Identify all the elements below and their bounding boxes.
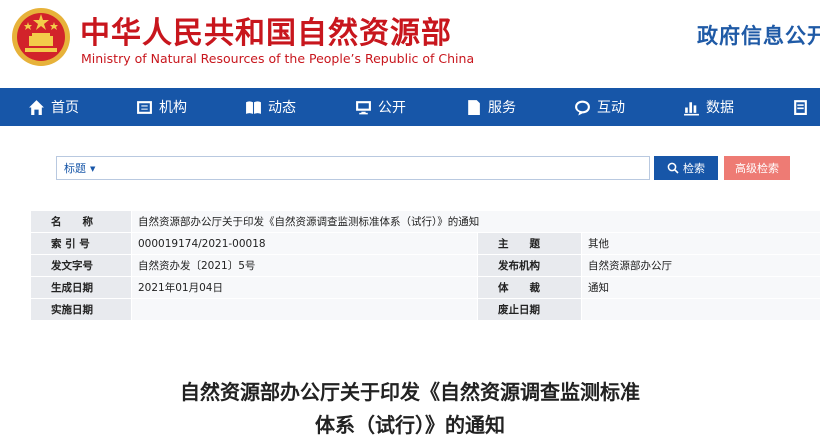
expiry-value — [580, 298, 820, 321]
site-header: 中华人民共和国自然资源部 Ministry of Natural Resourc… — [0, 0, 820, 88]
monitor-icon — [356, 100, 371, 114]
service-icon — [468, 99, 480, 115]
news-icon — [246, 100, 261, 114]
search-button[interactable]: 检索 — [654, 156, 718, 180]
nav-label: 机构 — [159, 100, 187, 116]
issuer-value: 自然资源部办公厅 — [580, 254, 820, 277]
more-icon — [794, 99, 807, 115]
expiry-label: 废止日期 — [477, 298, 582, 321]
nav-item-service[interactable]: 服务 — [465, 88, 516, 126]
advanced-search-label: 高级检索 — [735, 163, 779, 175]
article-title-line-1: 自然资源部办公厅关于印发《自然资源调查监测标准 — [180, 380, 640, 404]
nav-item-home[interactable]: 首页 — [28, 88, 79, 126]
table-row: 索 引 号 000019174/2021-00018 主 题 其他 — [30, 232, 820, 255]
index-value: 000019174/2021-00018 — [131, 232, 478, 255]
national-emblem-icon[interactable] — [10, 6, 72, 68]
nav-label: 数据 — [706, 100, 734, 116]
name-label: 名 称 — [30, 210, 132, 233]
article-title-line-2: 体系（试行）》的通知 — [315, 413, 505, 437]
nav-label: 动态 — [268, 100, 296, 116]
main-nav: 首页 机构 动态 公开 服务 互动 数据 — [0, 88, 820, 126]
doc-no-value: 自然资办发〔2021〕5号 — [131, 254, 478, 277]
org-icon — [137, 100, 152, 114]
created-value: 2021年01月04日 — [131, 276, 478, 299]
section-title[interactable]: 政府信息公开 — [697, 20, 820, 50]
chevron-down-icon: ▼ — [90, 165, 96, 173]
nav-item-news[interactable]: 动态 — [245, 88, 296, 126]
article-title: 自然资源部办公厅关于印发《自然资源调查监测标准 体系（试行）》的通知 — [0, 376, 820, 440]
nav-item-data[interactable]: 数据 — [683, 88, 734, 126]
effective-label: 实施日期 — [30, 298, 132, 321]
nav-label: 服务 — [488, 100, 516, 116]
issuer-label: 发布机构 — [477, 254, 582, 277]
search-box: 标题 ▼ — [56, 156, 650, 180]
created-label: 生成日期 — [30, 276, 132, 299]
search-field-dropdown[interactable]: 标题 ▼ — [64, 160, 95, 176]
nav-item-interact[interactable]: 互动 — [574, 88, 625, 126]
name-value: 自然资源部办公厅关于印发《自然资源调查监测标准体系（试行）》的通知 — [130, 210, 820, 233]
table-row: 实施日期 废止日期 — [30, 298, 820, 321]
document-info-table: 名 称 自然资源部办公厅关于印发《自然资源调查监测标准体系（试行）》的通知 索 … — [30, 210, 820, 321]
search-input[interactable] — [103, 158, 649, 178]
genre-label: 体 裁 — [477, 276, 582, 299]
nav-label: 公开 — [378, 100, 406, 116]
subject-label: 主 题 — [477, 232, 582, 255]
doc-no-label: 发文字号 — [30, 254, 132, 277]
index-label: 索 引 号 — [30, 232, 132, 255]
search-icon — [667, 162, 679, 174]
table-row: 生成日期 2021年01月04日 体 裁 通知 — [30, 276, 820, 299]
site-name-en[interactable]: Ministry of Natural Resources of the Peo… — [81, 51, 474, 66]
nav-item-org[interactable]: 机构 — [136, 88, 187, 126]
advanced-search-button[interactable]: 高级检索 — [724, 156, 790, 180]
search-button-label: 检索 — [683, 163, 705, 175]
site-name-cn[interactable]: 中华人民共和国自然资源部 — [80, 8, 452, 52]
table-row: 名 称 自然资源部办公厅关于印发《自然资源调查监测标准体系（试行）》的通知 — [30, 210, 820, 233]
home-icon — [29, 99, 44, 115]
chart-icon — [684, 101, 699, 115]
nav-label: 首页 — [51, 100, 79, 116]
effective-value — [131, 298, 478, 321]
nav-label: 互动 — [597, 100, 625, 116]
search-field-label: 标题 — [64, 162, 86, 175]
nav-item-more[interactable] — [792, 88, 815, 126]
subject-value: 其他 — [580, 232, 820, 255]
table-row: 发文字号 自然资办发〔2021〕5号 发布机构 自然资源部办公厅 — [30, 254, 820, 277]
chat-icon — [575, 100, 590, 115]
genre-value: 通知 — [580, 276, 820, 299]
nav-item-open[interactable]: 公开 — [355, 88, 406, 126]
